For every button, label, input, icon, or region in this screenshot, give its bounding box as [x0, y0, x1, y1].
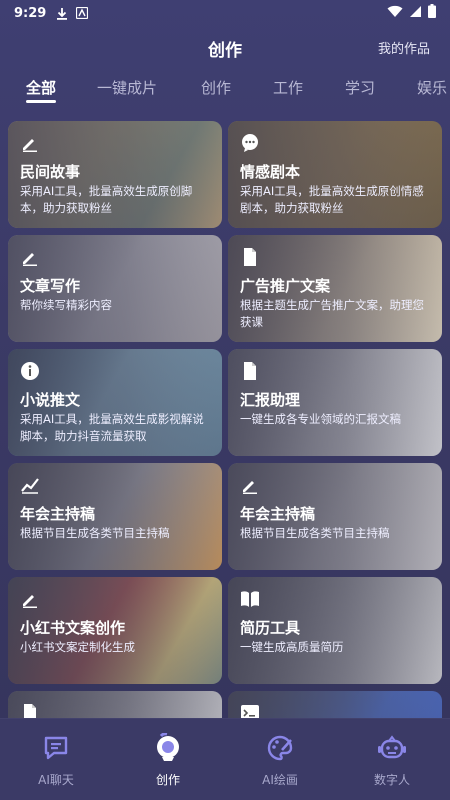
card-title: 广告推广文案 — [240, 277, 331, 295]
card-title: 情感剧本 — [240, 163, 301, 181]
signal-icon — [409, 5, 422, 22]
card-ad-copy[interactable]: 广告推广文案 根据主题生成广告推广文案，助理您获课 — [228, 235, 442, 342]
card-description: 采用AI工具，批量高效生成原创情感剧本，助力获取粉丝 — [240, 184, 424, 215]
pencil-icon — [240, 475, 260, 495]
card-description: 根据主题生成广告推广文案，助理您获课 — [240, 298, 424, 329]
card-partial-right[interactable] — [228, 691, 442, 718]
robot-icon — [377, 733, 407, 763]
info-icon — [20, 361, 40, 381]
card-annual-meeting-script-1[interactable]: 年会主持稿 根据节目生成各类节目主持稿 — [8, 463, 222, 570]
my-works-link[interactable]: 我的作品 — [378, 38, 430, 57]
nav-ai-chat[interactable]: AI聊天 — [16, 733, 96, 788]
document-icon — [240, 247, 260, 267]
card-title: 汇报助理 — [240, 391, 301, 409]
nav-label: 数字人 — [373, 773, 410, 787]
card-description: 采用AI工具，批量高效生成原创脚本，助力获取粉丝 — [20, 184, 193, 215]
status-bar: 9:29 — [0, 0, 450, 26]
card-description: 根据节目生成各类节目主持稿 — [20, 526, 170, 540]
document-icon — [240, 361, 260, 381]
active-tab-indicator — [26, 100, 56, 103]
card-description: 一键生成各专业领域的汇报文稿 — [240, 412, 401, 426]
card-title: 小红书文案创作 — [20, 619, 126, 637]
download-icon — [56, 7, 68, 20]
pencil-icon — [20, 589, 40, 609]
wifi-icon — [387, 5, 403, 22]
card-annual-meeting-script-2[interactable]: 年会主持稿 根据节目生成各类节目主持稿 — [228, 463, 442, 570]
terminal-icon — [240, 703, 260, 718]
card-title: 年会主持稿 — [240, 505, 316, 523]
chat-icon — [41, 733, 71, 763]
card-partial-left[interactable] — [8, 691, 222, 718]
status-time: 9:29 — [14, 5, 47, 21]
card-resume-tool[interactable]: 简历工具 一键生成高质量简历 — [228, 577, 442, 684]
palette-icon — [265, 733, 295, 763]
card-novel-promo[interactable]: 小说推文 采用AI工具，批量高效生成影视解说脚本，助力抖音流量获取 — [8, 349, 222, 456]
card-description: 小红书文案定制化生成 — [20, 640, 135, 654]
bottom-nav: AI聊天 创作 AI绘画 数字人 — [0, 718, 450, 800]
card-title: 简历工具 — [240, 619, 301, 637]
tab-work[interactable]: 工作 — [273, 77, 303, 98]
card-xiaohongshu-copy[interactable]: 小红书文案创作 小红书文案定制化生成 — [8, 577, 222, 684]
template-grid: 民间故事 采用AI工具，批量高效生成原创脚本，助力获取粉丝 情感剧本 采用AI工… — [0, 120, 450, 718]
card-article-writing[interactable]: 文章写作 帮你续写精彩内容 — [8, 235, 222, 342]
tab-create[interactable]: 创作 — [201, 77, 231, 98]
tab-entertainment[interactable]: 娱乐 — [417, 77, 447, 98]
chat-bubble-icon — [240, 133, 260, 153]
tab-all[interactable]: 全部 — [26, 77, 56, 98]
nav-label: AI绘画 — [262, 773, 298, 787]
card-description: 根据节目生成各类节目主持稿 — [240, 526, 390, 540]
card-title: 民间故事 — [20, 163, 81, 181]
card-title: 小说推文 — [20, 391, 81, 409]
nav-create[interactable]: 创作 — [128, 732, 208, 788]
card-description: 一键生成高质量简历 — [240, 640, 344, 654]
pencil-icon — [20, 133, 40, 153]
card-folk-story[interactable]: 民间故事 采用AI工具，批量高效生成原创脚本，助力获取粉丝 — [8, 121, 222, 228]
create-icon — [153, 732, 183, 763]
card-description: 帮你续写精彩内容 — [20, 298, 112, 312]
tab-study[interactable]: 学习 — [345, 77, 375, 98]
card-title: 年会主持稿 — [20, 505, 96, 523]
category-tabs: 全部 一键成片 创作 工作 学习 娱乐 — [0, 74, 450, 104]
card-emotional-script[interactable]: 情感剧本 采用AI工具，批量高效生成原创情感剧本，助力获取粉丝 — [228, 121, 442, 228]
nav-digital-human[interactable]: 数字人 — [352, 733, 432, 788]
book-icon — [240, 589, 260, 609]
card-title: 文章写作 — [20, 277, 81, 295]
app-notification-icon — [76, 7, 89, 19]
pencil-icon — [20, 247, 40, 267]
nav-ai-painting[interactable]: AI绘画 — [240, 733, 320, 788]
document-icon — [20, 703, 40, 718]
header: 创作 我的作品 — [0, 30, 450, 64]
card-description: 采用AI工具，批量高效生成影视解说脚本，助力抖音流量获取 — [20, 412, 204, 443]
card-report-assistant[interactable]: 汇报助理 一键生成各专业领域的汇报文稿 — [228, 349, 442, 456]
tab-one-click-video[interactable]: 一键成片 — [97, 77, 157, 98]
battery-icon — [428, 4, 436, 22]
nav-label: 创作 — [155, 773, 180, 787]
nav-label: AI聊天 — [38, 773, 74, 787]
trend-chart-icon — [20, 475, 40, 495]
